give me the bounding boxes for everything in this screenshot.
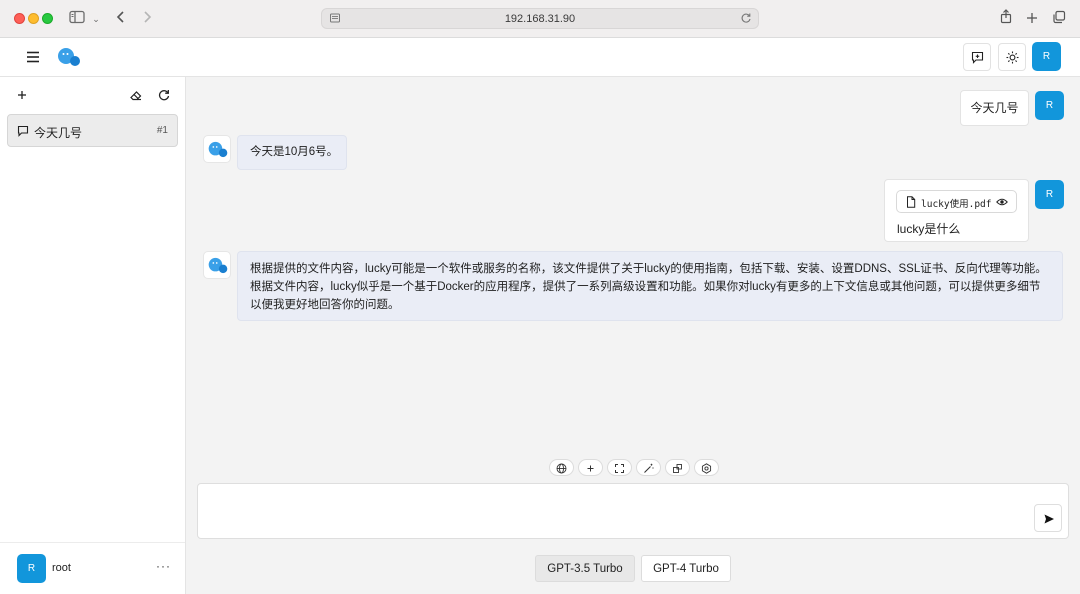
close-window-button[interactable] bbox=[14, 13, 25, 24]
user-message-with-attachment: lucky使用.pdf lucky是什么 bbox=[884, 179, 1029, 242]
refresh-icon[interactable] bbox=[156, 87, 172, 103]
more-options-button[interactable]: ··· bbox=[156, 559, 171, 573]
chevron-down-icon[interactable]: ⌄ bbox=[91, 9, 101, 29]
message-input[interactable] bbox=[197, 483, 1069, 539]
new-chat-plus-icon[interactable] bbox=[14, 87, 30, 103]
zoom-window-button[interactable] bbox=[42, 13, 53, 24]
user-message: 今天几号 bbox=[960, 90, 1029, 126]
forward-button[interactable] bbox=[140, 9, 154, 29]
chat-bubble-icon bbox=[17, 125, 29, 140]
sidebar-toggle-icon[interactable] bbox=[69, 9, 85, 29]
model-option-gpt-3-5-turbo[interactable]: GPT-3.5 Turbo bbox=[535, 555, 635, 582]
new-tab-icon[interactable] bbox=[1025, 9, 1039, 29]
tab-overview-icon[interactable] bbox=[1051, 9, 1067, 29]
send-icon bbox=[1044, 514, 1054, 524]
browser-toolbar: ⌄ 192.168.31.90 bbox=[0, 0, 1080, 38]
menu-icon[interactable] bbox=[24, 48, 42, 66]
reload-icon[interactable] bbox=[740, 12, 752, 27]
theme-toggle-button[interactable] bbox=[998, 43, 1026, 71]
feedback-button[interactable] bbox=[963, 43, 991, 71]
bot-logo-icon bbox=[208, 257, 228, 274]
attachment-name: lucky使用.pdf bbox=[921, 199, 992, 210]
minimize-window-button[interactable] bbox=[28, 13, 39, 24]
user-avatar[interactable]: R bbox=[17, 554, 46, 583]
user-message-text: lucky是什么 bbox=[897, 222, 961, 236]
bot-logo-icon bbox=[208, 141, 228, 158]
settings-icon[interactable] bbox=[694, 459, 719, 476]
assistant-message: 根据提供的文件内容，lucky可能是一个软件或服务的名称，该文件提供了关于luc… bbox=[237, 251, 1063, 321]
plugin-icon[interactable] bbox=[665, 459, 690, 476]
address-bar[interactable]: 192.168.31.90 bbox=[321, 8, 759, 29]
file-icon bbox=[906, 196, 916, 211]
share-icon[interactable] bbox=[999, 9, 1013, 29]
chat-main: 今天几号 R 今天是10月6号。 lucky使用.pdf lucky是什么 R … bbox=[186, 77, 1080, 594]
chat-title: 今天几号 bbox=[34, 126, 83, 140]
app-header: R bbox=[0, 38, 1080, 77]
assistant-avatar bbox=[203, 251, 231, 279]
send-button[interactable] bbox=[1034, 504, 1062, 532]
message-plus-icon bbox=[971, 51, 984, 64]
eraser-icon[interactable] bbox=[128, 87, 144, 103]
plus-icon[interactable] bbox=[578, 459, 603, 476]
user-message-avatar: R bbox=[1035, 180, 1064, 209]
magic-wand-icon[interactable] bbox=[636, 459, 661, 476]
model-option-gpt-4-turbo[interactable]: GPT-4 Turbo bbox=[641, 555, 731, 582]
user-message-avatar: R bbox=[1035, 91, 1064, 120]
sidebar-footer: R root ··· bbox=[0, 542, 185, 594]
fullscreen-icon[interactable] bbox=[607, 459, 632, 476]
chat-list-item[interactable]: 今天几号 #1 bbox=[7, 114, 178, 147]
assistant-avatar bbox=[203, 135, 231, 163]
assistant-message: 今天是10月6号。 bbox=[237, 135, 347, 170]
url-text: 192.168.31.90 bbox=[504, 13, 576, 25]
sidebar: 今天几号 #1 R root ··· bbox=[0, 77, 186, 594]
sun-icon bbox=[1006, 51, 1019, 64]
attachment-chip[interactable]: lucky使用.pdf bbox=[896, 190, 1017, 213]
header-user-avatar[interactable]: R bbox=[1032, 42, 1061, 71]
eye-icon[interactable] bbox=[996, 196, 1008, 211]
back-button[interactable] bbox=[114, 9, 128, 29]
chat-number: #1 bbox=[156, 125, 168, 136]
app-logo-icon bbox=[56, 46, 82, 68]
globe-icon[interactable] bbox=[549, 459, 574, 476]
user-name: root bbox=[52, 562, 71, 574]
